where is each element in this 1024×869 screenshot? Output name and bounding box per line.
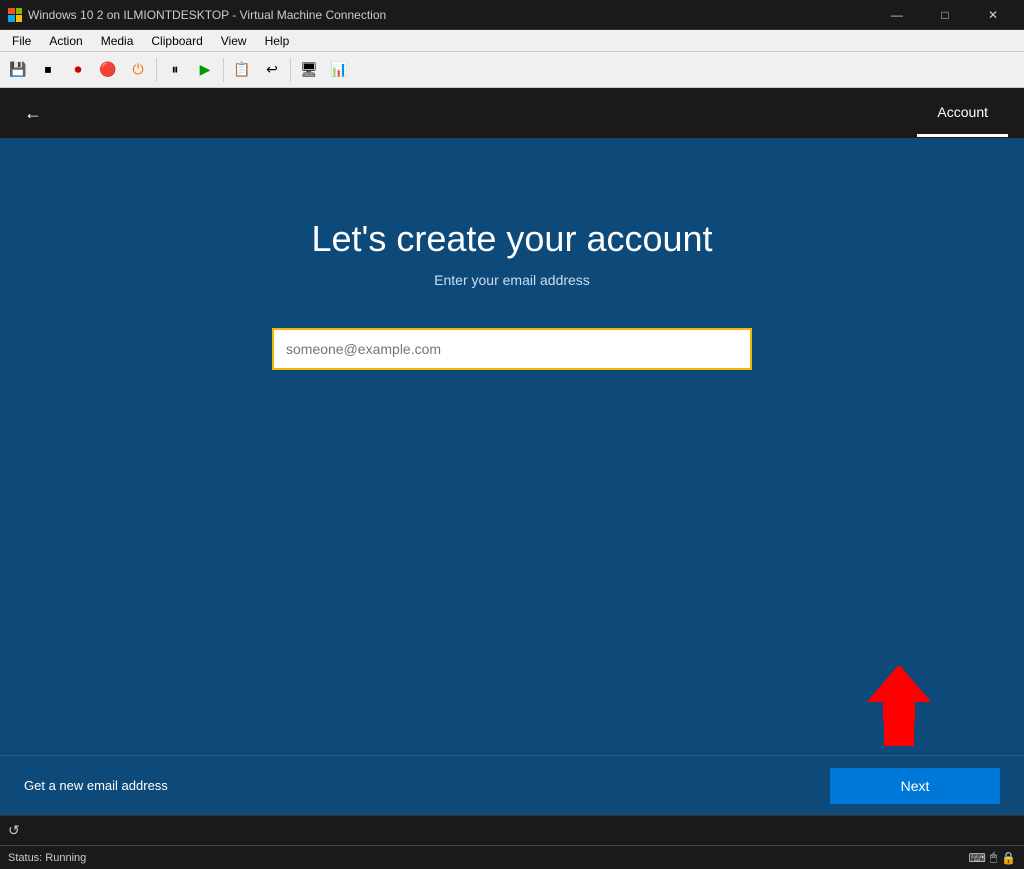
menu-view[interactable]: View (213, 32, 255, 50)
menu-action[interactable]: Action (41, 32, 90, 50)
status-icon: ↺ (8, 822, 20, 839)
windows-logo-icon (8, 8, 22, 22)
email-input-wrapper (272, 328, 752, 370)
menu-help[interactable]: Help (257, 32, 298, 50)
lock-icon: 🔒 (1001, 851, 1016, 865)
system-icons: ⌨ 🖱 🔒 (969, 850, 1016, 865)
toolbar-separator2 (223, 58, 224, 82)
toolbar: 💾 ⏹ ⏺ 🔴 ⏻ ⏸ ▶ 📋 ↩ 🖥 📊 (0, 52, 1024, 88)
menu-media[interactable]: Media (93, 32, 142, 50)
maximize-button[interactable]: □ (922, 0, 968, 30)
close-button[interactable]: ✕ (970, 0, 1016, 30)
menubar: File Action Media Clipboard View Help (0, 30, 1024, 52)
vm-bottombar: Get a new email address Next (0, 755, 1024, 815)
titlebar: Windows 10 2 on ILMIONTDESKTOP - Virtual… (0, 0, 1024, 30)
vm-topbar: ← Account (0, 88, 1024, 138)
toolbar-undo-icon[interactable]: ↩ (258, 56, 286, 84)
toolbar-pause-icon[interactable]: ⏸ (161, 56, 189, 84)
vm-area: ← Account Let's create your account Ente… (0, 88, 1024, 815)
menu-file[interactable]: File (4, 32, 39, 50)
window-controls: — □ ✕ (874, 0, 1016, 30)
toolbar-red-icon[interactable]: 🔴 (94, 56, 122, 84)
menu-clipboard[interactable]: Clipboard (143, 32, 210, 50)
toolbar-stop-icon[interactable]: ⏹ (34, 56, 62, 84)
toolbar-play-icon[interactable]: ▶ (191, 56, 219, 84)
vm-main-content: Let's create your account Enter your ema… (0, 138, 1024, 755)
email-input[interactable] (272, 328, 752, 370)
toolbar-chart-icon[interactable]: 📊 (325, 56, 353, 84)
toolbar-power-icon[interactable]: ⏻ (124, 56, 152, 84)
toolbar-separator3 (290, 58, 291, 82)
mouse-icon: 🖱 (990, 850, 997, 865)
next-button[interactable]: Next (830, 768, 1000, 804)
new-email-link[interactable]: Get a new email address (24, 778, 168, 793)
page-subheading: Enter your email address (434, 272, 590, 288)
status-running: Status: Running (8, 852, 86, 864)
keyboard-icon: ⌨ (969, 851, 986, 865)
toolbar-floppy-icon[interactable]: 💾 (4, 56, 32, 84)
toolbar-record-icon[interactable]: ⏺ (64, 56, 92, 84)
minimize-button[interactable]: — (874, 0, 920, 30)
sysbar: Status: Running ⌨ 🖱 🔒 (0, 845, 1024, 869)
window-title: Windows 10 2 on ILMIONTDESKTOP - Virtual… (28, 8, 868, 22)
toolbar-clipboard-icon[interactable]: 📋 (228, 56, 256, 84)
account-tab: Account (917, 90, 1008, 137)
statusbar: ↺ (0, 815, 1024, 845)
page-heading: Let's create your account (311, 218, 712, 260)
toolbar-display-icon[interactable]: 🖥 (295, 56, 323, 84)
toolbar-separator (156, 58, 157, 82)
back-button[interactable]: ← (16, 99, 50, 128)
